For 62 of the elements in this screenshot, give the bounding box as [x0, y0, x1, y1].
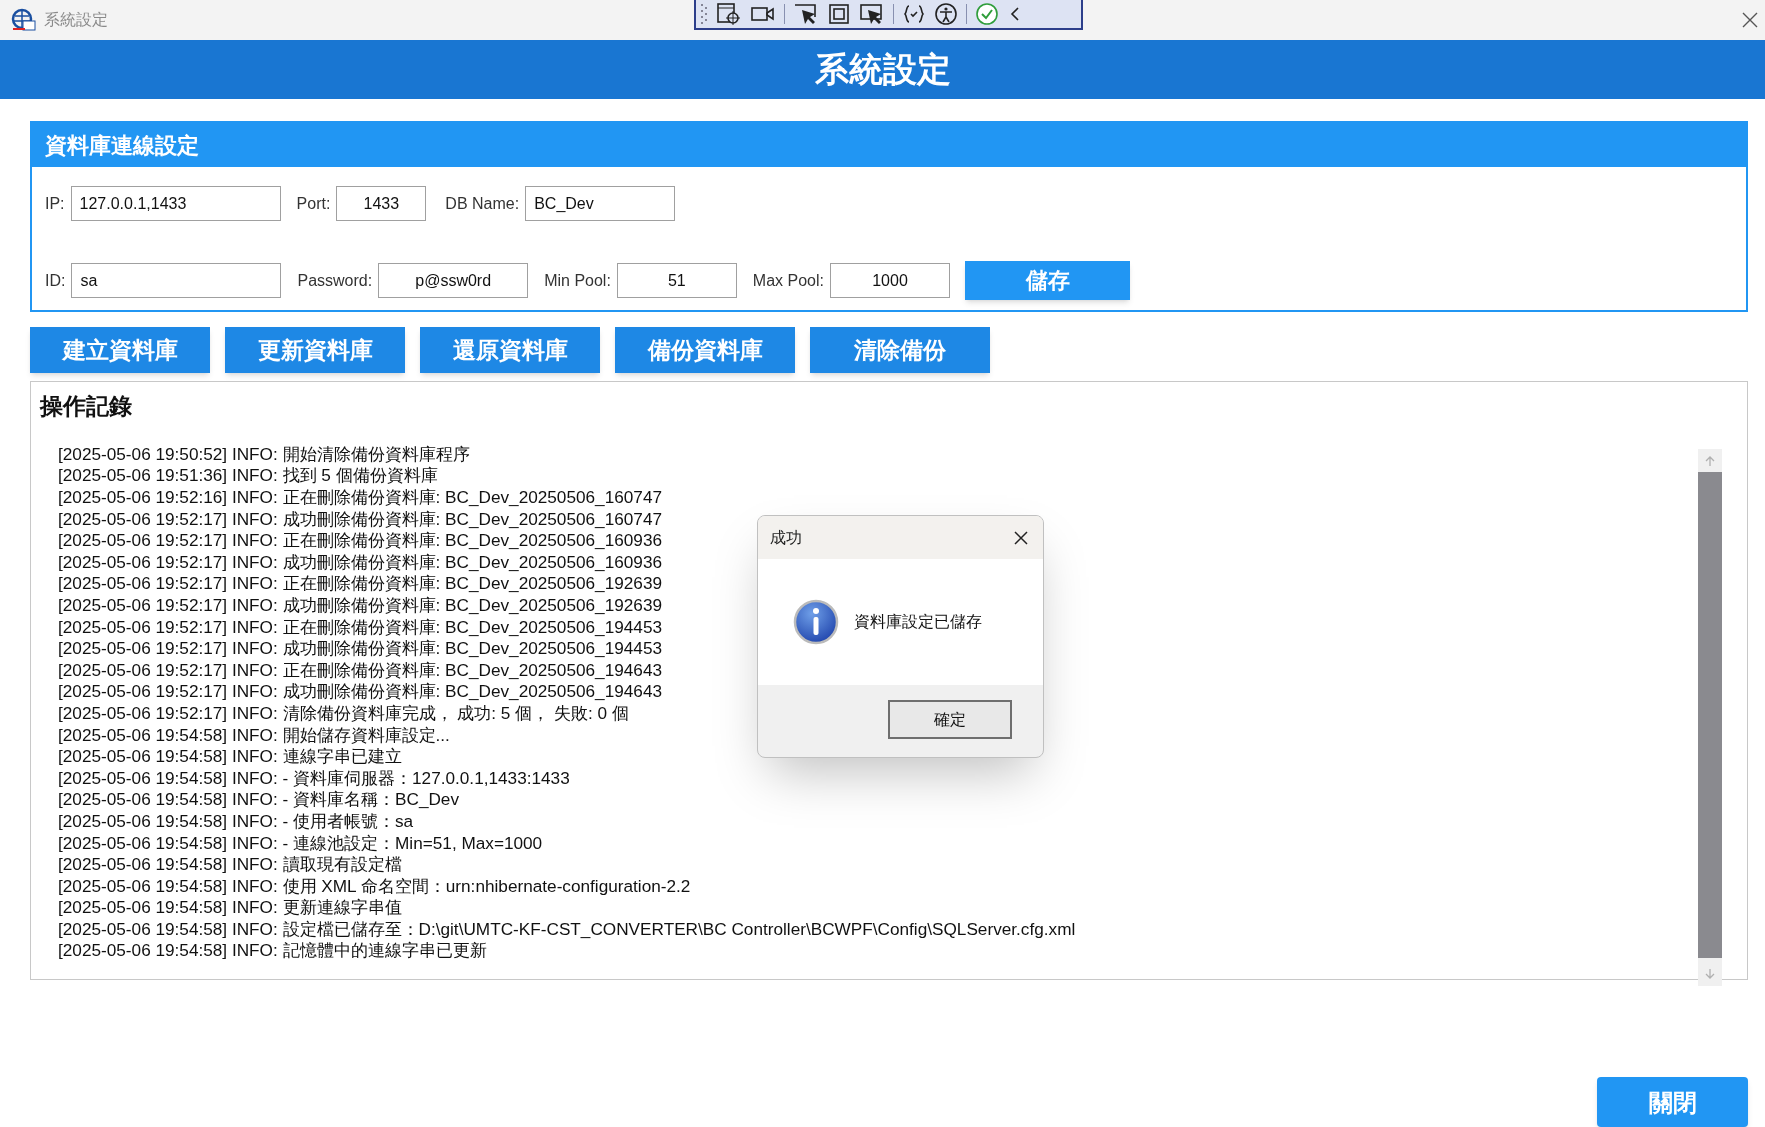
log-line: [2025-05-06 19:54:58] INFO: 設定檔已儲存至：D:\git\UMTC-KF-CST_CONVERTER\BC Controller\BCWPF\Config\SQLServer.cfg.xml [58, 918, 1076, 941]
log-line: [2025-05-06 19:54:58] INFO: 讀取現有設定檔 [58, 854, 402, 876]
log-title: 操作記錄 [40, 391, 132, 421]
field-label: ID: [45, 270, 66, 291]
action-button[interactable]: 更新資料庫 [225, 326, 405, 373]
field-label: IP: [45, 193, 65, 214]
log-line: [2025-05-06 19:50:52] INFO: 開始清除備份資料庫程序 [58, 443, 470, 466]
log-line: [2025-05-06 19:52:17] INFO: 成功刪除備份資料庫: BC_Dev_20250506_192639 [58, 595, 663, 617]
accessibility-icon[interactable] [934, 2, 958, 26]
password-field[interactable]: p@ssw0rd [378, 263, 529, 299]
log-line: [2025-05-06 19:51:36] INFO: 找到 5 個備份資料庫 [58, 465, 438, 487]
info-icon [793, 599, 839, 645]
log-line: [2025-05-06 19:54:58] INFO: 使用 XML 命名空間：urn:nhibernate-configuration-2.2 [58, 875, 691, 898]
log-line: [2025-05-06 19:52:17] INFO: 成功刪除備份資料庫: BC_Dev_20250506_194453 [58, 638, 663, 660]
input-field[interactable]: 1433 [336, 186, 427, 222]
log-line: [2025-05-06 19:54:58] INFO: - 資料庫名稱：BC_Dev [58, 789, 460, 811]
log-line: [2025-05-06 19:52:17] INFO: 成功刪除備份資料庫: BC_Dev_20250506_160936 [58, 551, 663, 574]
input-field[interactable]: sa [71, 263, 282, 299]
braces-icon[interactable] [902, 2, 926, 26]
log-line: [2025-05-06 19:52:17] INFO: 成功刪除備份資料庫: BC_Dev_20250506_194643 [58, 681, 663, 703]
log-line: [2025-05-06 19:54:58] INFO: 記憶體中的連線字串已更新 [58, 940, 487, 963]
log-line: [2025-05-06 19:54:58] INFO: 連線字串已建立 [58, 746, 402, 768]
header-title: 系統設定 [814, 49, 951, 91]
log-line: [2025-05-06 19:54:58] INFO: - 使用者帳號：sa [58, 810, 414, 833]
action-button[interactable]: 清除備份 [810, 326, 990, 373]
close-icon[interactable] [1013, 529, 1029, 546]
log-line: [2025-05-06 19:52:17] INFO: 正在刪除備份資料庫: BC_Dev_20250506_160936 [58, 530, 663, 552]
input-field[interactable]: 51 [616, 263, 737, 299]
input-field[interactable]: BC_Dev [525, 186, 676, 222]
pointer-select-icon[interactable] [793, 2, 819, 26]
log-line: [2025-05-06 19:54:58] INFO: 開始儲存資料庫設定... [58, 724, 450, 747]
panel-title: 資料庫連線設定 [45, 131, 199, 160]
grip-icon[interactable] [700, 2, 708, 26]
field-label: Password: [297, 270, 373, 291]
input-field[interactable]: 127.0.0.1,1433 [70, 186, 281, 222]
field-label: DB Name: [445, 193, 520, 214]
action-button[interactable]: 建立資料庫 [30, 326, 210, 373]
log-line: [2025-05-06 19:54:58] INFO: - 連線池設定：Min=51, Max=1000 [58, 832, 543, 855]
square-icon[interactable] [827, 2, 851, 26]
input-field[interactable]: 1000 [830, 263, 950, 299]
dialog-message: 資料庫設定已儲存 [854, 612, 982, 632]
field-label: Max Pool: [752, 270, 824, 291]
field-label: Port: [296, 193, 331, 214]
log-line: [2025-05-06 19:52:17] INFO: 正在刪除備份資料庫: BC_Dev_20250506_194643 [58, 659, 663, 682]
field-label: Min Pool: [544, 270, 611, 291]
log-line: [2025-05-06 19:52:17] INFO: 清除備份資料庫完成， 成功: 5 個， 失敗: 0 個 [58, 702, 629, 725]
app-globe-icon [11, 8, 37, 33]
action-button[interactable]: 還原資料庫 [420, 326, 600, 373]
action-button[interactable]: 備份資料庫 [615, 326, 795, 373]
log-line: [2025-05-06 19:52:17] INFO: 成功刪除備份資料庫: BC_Dev_20250506_160747 [58, 508, 663, 531]
dialog-title: 成功 [770, 527, 802, 548]
log-line: [2025-05-06 19:52:17] INFO: 正在刪除備份資料庫: BC_Dev_20250506_192639 [58, 573, 663, 595]
confirm-button[interactable]: 確定 [888, 700, 1012, 739]
checkmark-icon[interactable] [975, 2, 999, 26]
log-line: [2025-05-06 19:54:58] INFO: - 資料庫伺服器：127.0.0.1,1433:1433 [58, 767, 570, 790]
log-line: [2025-05-06 19:52:17] INFO: 正在刪除備份資料庫: BC_Dev_20250506_194453 [58, 616, 663, 639]
pointer-frame-icon[interactable] [859, 2, 885, 26]
log-line: [2025-05-06 19:52:16] INFO: 正在刪除備份資料庫: BC_Dev_20250506_160747 [58, 487, 663, 509]
log-line: [2025-05-06 19:54:58] INFO: 更新連線字串值 [58, 897, 402, 919]
close-icon[interactable] [1740, 10, 1760, 30]
window-title: 系統設定 [44, 10, 108, 31]
window-target-icon[interactable] [716, 2, 742, 26]
